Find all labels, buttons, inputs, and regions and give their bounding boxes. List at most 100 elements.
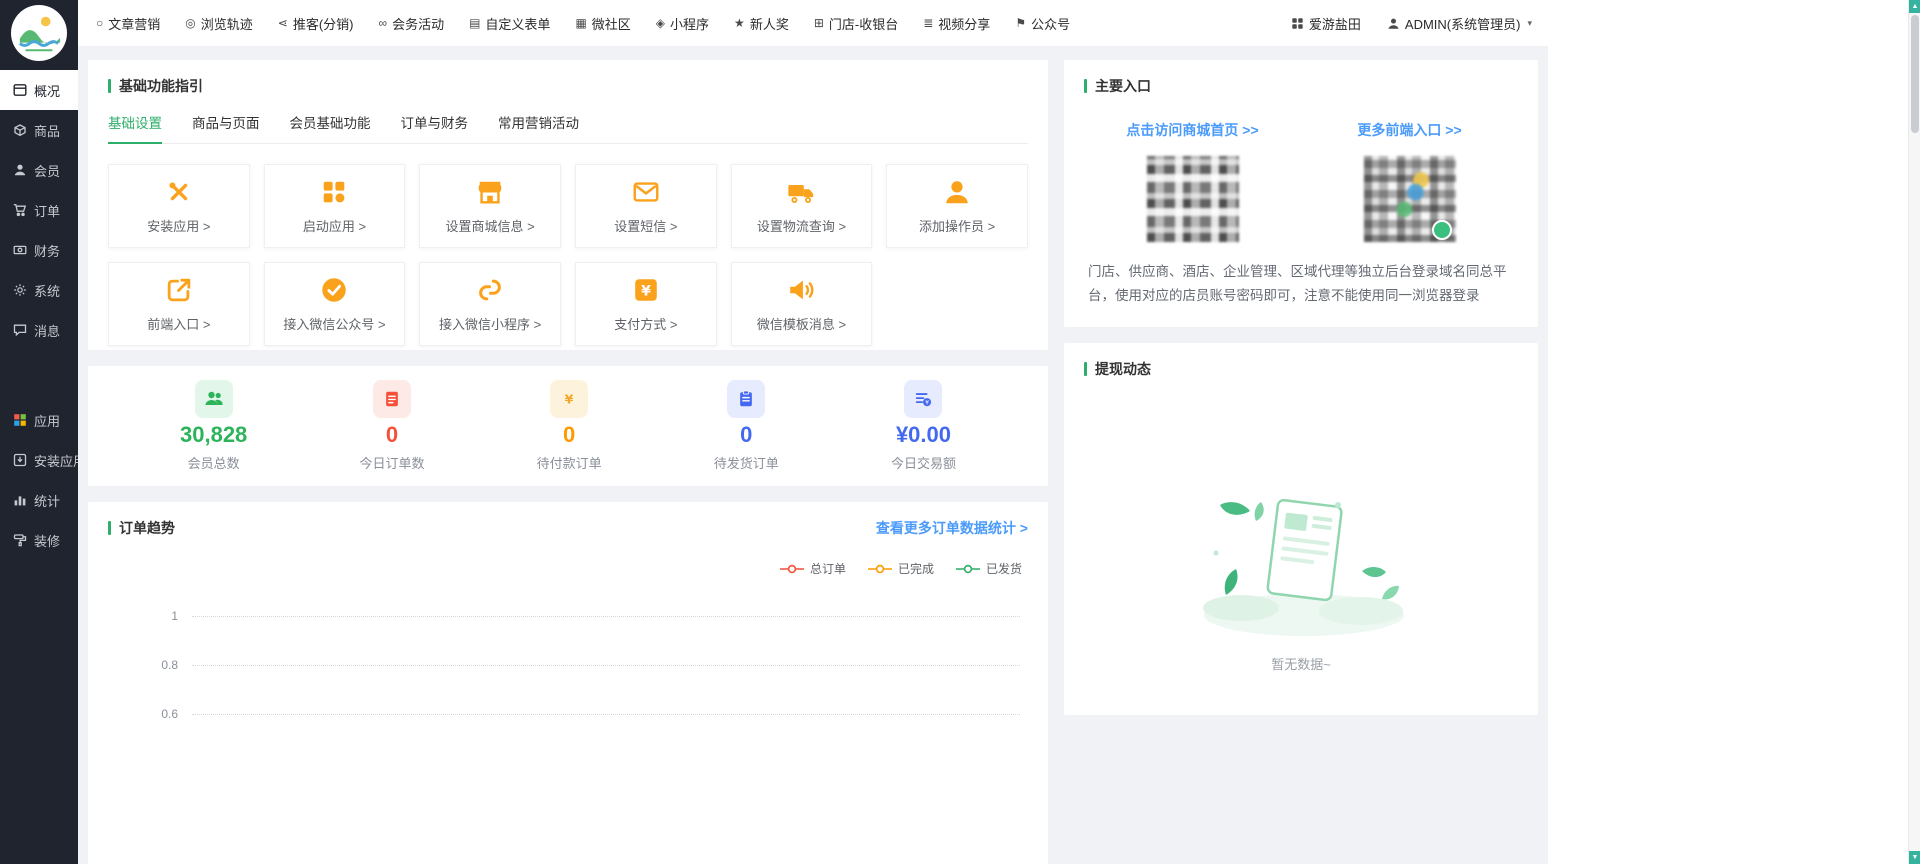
shop-gear-icon <box>475 177 505 207</box>
stat-today-orders[interactable]: 0 今日订单数 <box>359 380 424 471</box>
stat-pending-payment[interactable]: ¥ 0 待付款订单 <box>537 380 602 471</box>
sidebar-item-label: 系统 <box>34 281 60 300</box>
guide-card-logistics[interactable]: 设置物流查询 > <box>731 164 873 248</box>
mall-home-link[interactable]: 点击访问商城首页 >> <box>1126 120 1258 140</box>
sidebar-item-statistics[interactable]: 统计 <box>0 480 78 520</box>
brand-logo[interactable] <box>11 5 67 61</box>
guide-card-label: 设置短信 > <box>614 216 677 235</box>
sidebar-item-messages[interactable]: 消息 <box>0 310 78 350</box>
legend-completed[interactable]: 已完成 <box>868 560 934 577</box>
top-nav: ○文章营销 ◎浏览轨迹 ⋖推客(分销) ∞会务活动 ▤自定义表单 ▦微社区 ◈小… <box>96 14 1070 33</box>
legend-label: 已发货 <box>986 560 1022 577</box>
topnav-item-browse-track[interactable]: ◎浏览轨迹 <box>185 14 253 33</box>
chart-gridline-row: 0.8 <box>108 658 1020 672</box>
topnav-item-store-cashier[interactable]: ⊞门店-收银台 <box>814 14 898 33</box>
mall-home-qr <box>1147 156 1239 242</box>
sidebar-item-label: 概况 <box>34 81 60 100</box>
topbar: ○文章营销 ◎浏览轨迹 ⋖推客(分销) ∞会务活动 ▤自定义表单 ▦微社区 ◈小… <box>78 0 1920 46</box>
stat-pending-shipment[interactable]: 0 待发货订单 <box>714 380 779 471</box>
sidebar-item-members[interactable]: 会员 <box>0 150 78 190</box>
sidebar-item-label: 统计 <box>34 491 60 510</box>
admin-account-menu[interactable]: ADMIN(系统管理员) ▾ <box>1387 14 1532 33</box>
guide-card-label: 支付方式 > <box>614 314 677 333</box>
tab-orders-finance[interactable]: 订单与财务 <box>401 112 469 143</box>
order-trend-head: 订单趋势 <box>108 518 175 538</box>
chart-gridline-row: 0.6 <box>108 707 1020 721</box>
tab-marketing-activities[interactable]: 常用营销活动 <box>498 112 579 143</box>
sidebar-item-install-apps[interactable]: 安装应用 <box>0 440 78 480</box>
topnav-item-conference-activity[interactable]: ∞会务活动 <box>379 14 445 33</box>
sidebar-item-orders[interactable]: 订单 <box>0 190 78 230</box>
legend-marker-icon <box>780 564 804 574</box>
topnav-item-video-share[interactable]: ≣视频分享 <box>923 14 990 33</box>
bar-chart-icon <box>13 493 27 507</box>
guide-card-label: 前端入口 > <box>147 314 210 333</box>
main-area: ○文章营销 ◎浏览轨迹 ⋖推客(分销) ∞会务活动 ▤自定义表单 ▦微社区 ◈小… <box>78 0 1920 864</box>
guide-card-mall-info[interactable]: 设置商城信息 > <box>419 164 561 248</box>
guide-card-label: 微信模板消息 > <box>757 314 846 333</box>
guide-card-payment[interactable]: ¥ 支付方式 > <box>575 262 717 346</box>
svg-text:¥: ¥ <box>641 284 651 300</box>
merchant-switcher[interactable]: 爱游盐田 <box>1291 14 1361 33</box>
stat-total-members[interactable]: 30,828 会员总数 <box>180 380 247 471</box>
legend-total-orders[interactable]: 总订单 <box>780 560 846 577</box>
tab-goods-pages[interactable]: 商品与页面 <box>192 112 260 143</box>
tab-member-basics[interactable]: 会员基础功能 <box>290 112 371 143</box>
sms-icon <box>631 177 661 207</box>
admin-name: ADMIN(系统管理员) <box>1405 14 1521 33</box>
sidebar-item-apps[interactable]: 应用 <box>0 400 78 440</box>
frontend-entry-icon <box>164 275 194 305</box>
stat-today-transaction[interactable]: ¥ ¥0.00 今日交易额 <box>891 380 956 471</box>
guide-card-install-app[interactable]: 安装应用 > <box>108 164 250 248</box>
topnav-item-official-account[interactable]: ⚑公众号 <box>1015 14 1070 33</box>
paint-roller-icon <box>13 533 27 547</box>
more-entry-link[interactable]: 更多前端入口 >> <box>1357 120 1461 140</box>
guide-card-grid: 安装应用 > 启动应用 > 设置商城信息 > <box>108 164 1028 346</box>
page-scrollbar[interactable]: ▲ ▼ <box>1908 0 1920 864</box>
topnav-label: 新人奖 <box>750 14 789 33</box>
user-icon <box>1387 17 1400 30</box>
stats-card: 30,828 会员总数 0 今日订单数 ¥ 0 待付款订单 <box>88 366 1048 486</box>
guide-card-launch-app[interactable]: 启动应用 > <box>264 164 406 248</box>
scrollbar-thumb[interactable] <box>1911 15 1919 133</box>
stat-label: 今日交易额 <box>891 453 956 472</box>
stat-label: 会员总数 <box>188 453 240 472</box>
topnav-item-newcomer-award[interactable]: ★新人奖 <box>734 14 789 33</box>
withdraw-card: 提现动态 <box>1064 343 1538 715</box>
tab-basic-settings[interactable]: 基础设置 <box>108 112 162 144</box>
guide-card-template-message[interactable]: 微信模板消息 > <box>731 262 873 346</box>
guide-card-wechat-official[interactable]: 接入微信公众号 > <box>264 262 406 346</box>
sidebar-spacer <box>0 350 78 400</box>
guide-card-wechat-mini[interactable]: 接入微信小程序 > <box>419 262 561 346</box>
y-tick-label: 0.8 <box>108 658 192 672</box>
empty-state-text: 暂无数据~ <box>1271 654 1331 673</box>
legend-marker-icon <box>956 564 980 574</box>
topnav-label: 浏览轨迹 <box>201 14 253 33</box>
guide-card-add-operator[interactable]: 添加操作员 > <box>886 164 1028 248</box>
sidebar-item-system[interactable]: 系统 <box>0 270 78 310</box>
today-orders-icon <box>373 380 411 418</box>
guide-card-label: 安装应用 > <box>147 216 210 235</box>
topnav-item-article-marketing[interactable]: ○文章营销 <box>96 14 160 33</box>
legend-shipped[interactable]: 已发货 <box>956 560 1022 577</box>
guide-card-sms[interactable]: 设置短信 > <box>575 164 717 248</box>
topnav-item-mini-program[interactable]: ◈小程序 <box>656 14 709 33</box>
topnav-item-distribution[interactable]: ⋖推客(分销) <box>278 14 354 33</box>
topbar-right: 爱游盐田 ADMIN(系统管理员) ▾ <box>1291 14 1532 33</box>
sidebar-item-overview[interactable]: 概况 <box>0 70 78 110</box>
sidebar-item-decorate[interactable]: 装修 <box>0 520 78 560</box>
sidebar-item-goods[interactable]: 商品 <box>0 110 78 150</box>
scroll-up-arrow[interactable]: ▲ <box>1909 0 1920 13</box>
content-area: 基础功能指引 基础设置 商品与页面 会员基础功能 订单与财务 常用营销活动 <box>78 46 1920 864</box>
scroll-down-arrow[interactable]: ▼ <box>1909 851 1920 864</box>
empty-state: 暂无数据~ <box>1084 475 1518 673</box>
pending-shipment-icon <box>727 380 765 418</box>
topnav-item-micro-community[interactable]: ▦微社区 <box>575 14 630 33</box>
sidebar-item-finance[interactable]: 财务 <box>0 230 78 270</box>
tools-icon <box>164 177 194 207</box>
order-trend-more-link[interactable]: 查看更多订单数据统计 > <box>876 518 1028 538</box>
svg-text:¥: ¥ <box>565 392 574 407</box>
finance-icon <box>13 243 27 257</box>
topnav-item-custom-form[interactable]: ▤自定义表单 <box>469 14 550 33</box>
guide-card-frontend-entry[interactable]: 前端入口 > <box>108 262 250 346</box>
